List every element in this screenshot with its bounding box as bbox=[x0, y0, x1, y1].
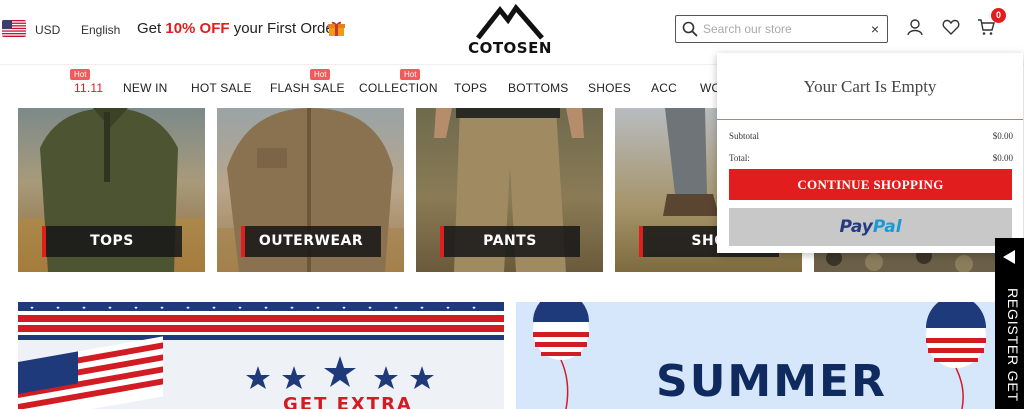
arrow-left-icon[interactable] bbox=[1003, 250, 1015, 264]
register-tab-label: REGISTER GET bbox=[1005, 288, 1021, 402]
subtotal-value: $0.00 bbox=[992, 131, 1013, 141]
nav-item-acc[interactable]: ACC bbox=[651, 81, 677, 95]
nav-item-hot-sale[interactable]: HOT SALE bbox=[191, 81, 252, 95]
promo-text: Get 10% OFF your First Order bbox=[137, 20, 339, 37]
gift-icon bbox=[328, 20, 345, 37]
nav-item-flash-sale[interactable]: FLASH SALE bbox=[270, 81, 345, 95]
cart-divider bbox=[717, 119, 1023, 120]
cart-dropdown: Your Cart Is Empty Subtotal $0.00 Total:… bbox=[717, 53, 1023, 253]
brand-name: COTOSEN bbox=[468, 39, 552, 57]
cart-count-badge: 0 bbox=[991, 8, 1006, 23]
register-side-tab[interactable]: REGISTER GET bbox=[995, 238, 1024, 409]
paypal-logo-part1: Pay bbox=[839, 217, 873, 237]
category-tile-tops[interactable]: TOPS bbox=[18, 108, 205, 272]
heart-icon[interactable] bbox=[942, 18, 960, 36]
currency-selector[interactable]: USD bbox=[35, 23, 60, 37]
search-box: × bbox=[675, 15, 888, 43]
hot-badge: Hot bbox=[400, 69, 421, 80]
category-tile-pants[interactable]: PANTS bbox=[416, 108, 603, 272]
promo-suffix: your First Order bbox=[229, 20, 339, 37]
category-label: TOPS bbox=[42, 226, 182, 257]
category-label: OUTERWEAR bbox=[241, 226, 381, 257]
nav-item-new-in[interactable]: NEW IN bbox=[123, 81, 168, 95]
nav-item-collection[interactable]: COLLECTION bbox=[359, 81, 438, 95]
promo-prefix: Get bbox=[137, 20, 166, 37]
subtotal-label: Subtotal bbox=[729, 131, 760, 141]
search-icon[interactable] bbox=[682, 21, 698, 37]
paypal-button[interactable]: PayPal bbox=[729, 208, 1012, 246]
promo-banner-left[interactable]: GET EXTRA bbox=[18, 302, 504, 409]
promo-highlight: 10% OFF bbox=[165, 20, 230, 37]
promo-banner-right[interactable]: SUMMER bbox=[516, 302, 1004, 409]
nav-item-bottoms[interactable]: BOTTOMS bbox=[508, 81, 569, 95]
search-input[interactable] bbox=[703, 19, 863, 39]
nav-item-tops[interactable]: TOPS bbox=[454, 81, 487, 95]
cart-empty-title: Your Cart Is Empty bbox=[803, 77, 937, 96]
hot-badge: Hot bbox=[70, 69, 91, 80]
continue-shopping-button[interactable]: CONTINUE SHOPPING bbox=[729, 169, 1012, 200]
banner-right-text: SUMMER bbox=[656, 356, 887, 407]
search-clear-button[interactable]: × bbox=[871, 21, 879, 37]
user-icon[interactable] bbox=[906, 18, 924, 36]
banner-left-text: GET EXTRA bbox=[283, 394, 413, 409]
category-tile-outerwear[interactable]: OUTERWEAR bbox=[217, 108, 404, 272]
language-selector[interactable]: English bbox=[81, 23, 120, 37]
total-label: Total: bbox=[729, 153, 750, 163]
hot-badge: Hot bbox=[310, 69, 331, 80]
nav-item-1111[interactable]: 11.11 bbox=[74, 81, 103, 95]
us-flag-icon[interactable] bbox=[2, 20, 26, 37]
nav-item-shoes[interactable]: SHOES bbox=[588, 81, 631, 95]
category-label: PANTS bbox=[440, 226, 580, 257]
paypal-logo-part2: Pal bbox=[872, 217, 902, 237]
total-value: $0.00 bbox=[992, 153, 1013, 163]
